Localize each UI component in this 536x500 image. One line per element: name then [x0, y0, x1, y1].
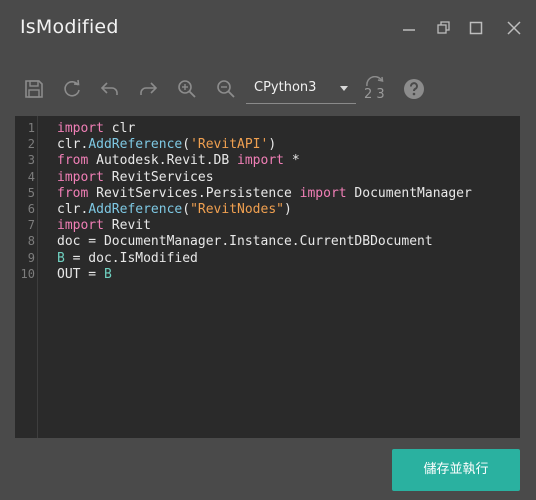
- code-token: import: [57, 121, 104, 136]
- code-token: from: [57, 153, 89, 169]
- run-icon[interactable]: [61, 78, 83, 100]
- undo-icon[interactable]: [99, 78, 121, 100]
- code-line: doc = DocumentManager.Instance.CurrentDB…: [57, 234, 433, 249]
- save-and-run-button[interactable]: 儲存並執行: [392, 449, 520, 491]
- minimize-icon[interactable]: [400, 19, 418, 37]
- line-number: 10: [20, 266, 35, 281]
- code-token: 'RevitAPI': [190, 137, 269, 153]
- code-token: clr: [103, 121, 136, 136]
- line-number: 4: [27, 169, 35, 184]
- code-token: AddReference: [88, 137, 183, 153]
- title-bar: IsModified: [0, 0, 536, 58]
- line-number: 9: [27, 250, 35, 265]
- redo-icon[interactable]: [137, 78, 159, 100]
- code-token: clr.: [57, 202, 89, 217]
- code-token: import: [57, 169, 104, 185]
- migrate-python-button[interactable]: 2 3: [363, 76, 389, 104]
- line-number: 6: [27, 202, 35, 216]
- toolbar: CPython3 2 3: [0, 70, 536, 108]
- code-token: Revit: [103, 218, 151, 234]
- code-line: OUT = B: [57, 267, 112, 282]
- code-token: AddReference: [88, 202, 183, 217]
- line-number: 5: [27, 185, 35, 200]
- code-token: import: [57, 218, 104, 234]
- line-number-gutter: 1 2 3 4 5 6 7 8 9 10: [15, 116, 38, 438]
- code-token: clr.: [57, 137, 89, 153]
- code-token: import: [237, 153, 284, 169]
- close-icon[interactable]: [505, 19, 523, 37]
- code-token: (: [182, 137, 191, 153]
- code-token: *: [284, 153, 300, 169]
- code-line: B = doc.IsModified: [57, 251, 198, 266]
- line-number: 2: [27, 137, 35, 152]
- zoom-out-icon[interactable]: [215, 78, 237, 100]
- code-line: from Autodesk.Revit.DB import *: [57, 153, 300, 168]
- code-token: OUT =: [57, 266, 104, 282]
- code-token: Autodesk.Revit.DB: [88, 153, 238, 169]
- engine-selected-value: CPython3: [254, 80, 317, 95]
- window-title: IsModified: [20, 16, 119, 38]
- save-icon[interactable]: [23, 78, 45, 100]
- code-token: RevitServices: [103, 169, 214, 185]
- code-token: B: [57, 250, 65, 266]
- code-token: RevitServices.Persistence: [88, 185, 300, 201]
- python-engine-dropdown[interactable]: CPython3: [246, 74, 356, 104]
- line-number: 7: [27, 218, 35, 233]
- maximize-icon[interactable]: [467, 19, 485, 37]
- code-line: import Revit: [57, 218, 151, 233]
- code-token: = doc.IsModified: [64, 250, 198, 266]
- migrate-label: 2 3: [364, 87, 385, 102]
- code-token: ): [283, 202, 292, 217]
- code-token: from: [57, 185, 89, 201]
- code-token: "RevitNodes": [190, 202, 284, 217]
- code-line: from RevitServices.Persistence import Do…: [57, 186, 472, 201]
- line-number: 8: [27, 234, 35, 249]
- line-number: 1: [27, 121, 35, 135]
- code-line: import clr: [57, 121, 135, 136]
- code-token: (: [182, 202, 191, 217]
- restore-icon[interactable]: [434, 19, 452, 37]
- code-token: doc = DocumentManager.Instance.CurrentDB…: [57, 234, 433, 250]
- zoom-in-icon[interactable]: [176, 78, 198, 100]
- code-token: ): [268, 137, 277, 153]
- code-line: clr.AddReference("RevitNodes"): [57, 202, 292, 217]
- code-area[interactable]: import clr clr.AddReference('RevitAPI') fr…: [57, 116, 517, 438]
- line-number: 3: [27, 153, 35, 168]
- code-editor[interactable]: 1 2 3 4 5 6 7 8 9 10 import clr clr.AddReference('…: [15, 116, 520, 438]
- code-token: B: [103, 266, 112, 282]
- code-token: DocumentManager: [346, 185, 472, 201]
- code-token: import: [299, 185, 347, 201]
- code-line: import RevitServices: [57, 170, 214, 185]
- code-line: clr.AddReference('RevitAPI'): [57, 137, 276, 152]
- chevron-down-icon: [340, 86, 348, 91]
- help-icon[interactable]: [403, 78, 425, 100]
